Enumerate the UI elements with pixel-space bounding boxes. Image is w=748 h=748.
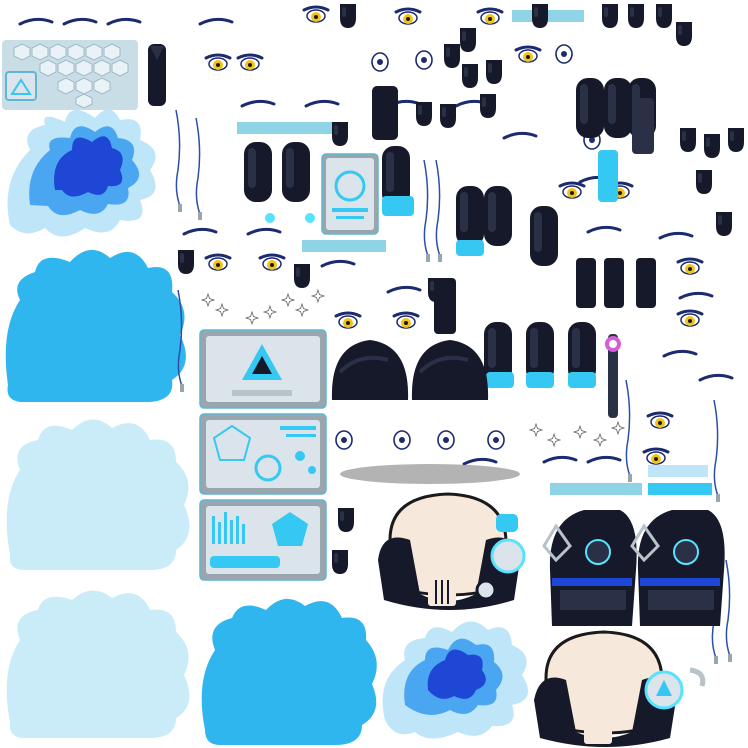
tech-panel-triangle-icon [199,329,327,409]
armor-shoulder-icon [331,340,489,400]
hex-panel-icon [2,40,138,110]
hair-blob-pale-icon [6,419,190,738]
sprite-sheet [2,4,744,747]
ground-shadow-icon [340,464,520,484]
tech-panel-controls-icon [199,499,327,581]
wand-icon [605,334,621,418]
hair-tuft-blue-icon [382,621,529,739]
tech-panel-pentagon-icon [199,413,327,495]
hair-tuft-blue-icon [7,109,156,237]
torso-vest-icon [542,510,725,626]
tech-card-icon [321,153,379,235]
hair-blob-cyan-icon [5,249,186,402]
hair-blob-cyan-icon [201,598,377,745]
